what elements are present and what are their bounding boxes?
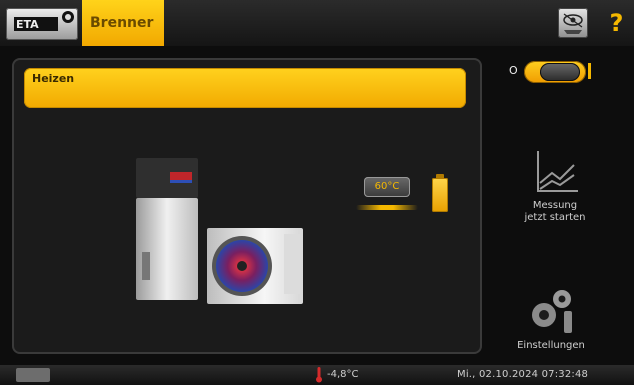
panel-title: Heizen — [32, 72, 75, 85]
settings-button[interactable] — [520, 285, 590, 345]
measurement-label-line2: jetzt starten — [524, 212, 586, 223]
outside-temperature: -4,8°C — [327, 369, 359, 380]
temperature-indicator-line — [356, 205, 418, 210]
system-status-icon[interactable] — [16, 368, 50, 382]
toggle-on-marker — [588, 63, 591, 79]
eye-icon — [563, 13, 583, 34]
chart-icon — [537, 151, 578, 192]
panel-header[interactable] — [24, 68, 466, 108]
settings-label: Einstellungen — [517, 340, 585, 351]
tab-brenner[interactable]: Brenner — [82, 0, 164, 46]
buffer-tank-icon — [432, 178, 448, 212]
eta-logo-button[interactable]: ETA — [6, 8, 78, 40]
measurement-label-line1: Messung — [532, 200, 578, 211]
toggle-off-label: O — [509, 64, 518, 77]
outdoor-unit-image — [207, 228, 303, 304]
logo-text: ETA — [16, 18, 39, 31]
date-time: Mi., 02.10.2024 07:32:48 — [457, 369, 589, 380]
eta-logo-icon: ETA — [14, 11, 74, 31]
settings-gears-icon — [532, 290, 572, 333]
temperature-display: 60°C — [364, 177, 410, 197]
measurement-label: Messung jetzt starten — [500, 200, 610, 224]
view-button[interactable] — [558, 8, 588, 38]
thermometer-icon — [316, 367, 322, 383]
indoor-unit-image — [136, 158, 198, 300]
power-toggle-knob[interactable] — [540, 63, 580, 81]
help-button[interactable]: ? — [599, 0, 634, 46]
